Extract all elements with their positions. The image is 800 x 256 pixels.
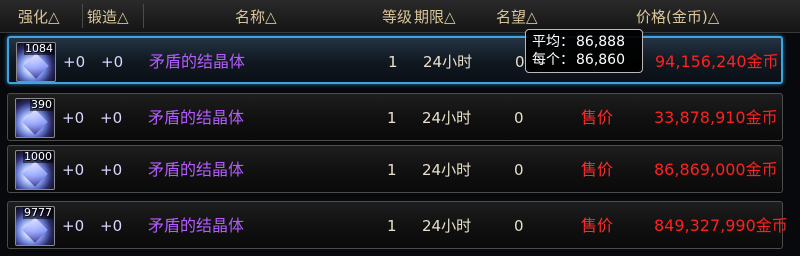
crystal-shard <box>22 217 48 243</box>
crystal-icon[interactable]: 9777 <box>15 206 55 246</box>
forge-value: +0 <box>100 161 123 179</box>
period-value: 24小时 <box>422 109 472 127</box>
price-value: 94,156,240金币 <box>655 52 779 71</box>
header-price[interactable]: 价格(金币)△ <box>636 6 719 28</box>
enhance-value: +0 <box>62 161 85 179</box>
fame-value: 0 <box>515 53 525 71</box>
crystal-shard <box>22 161 48 187</box>
crystal-icon[interactable]: 390 <box>15 98 55 138</box>
fame-value: 0 <box>514 161 524 179</box>
level-value: 1 <box>387 161 397 179</box>
header-forge[interactable]: 锻造△ <box>87 6 129 28</box>
crystal-shard <box>22 109 48 135</box>
level-value: 1 <box>387 217 397 235</box>
price-value: 33,878,910金币 <box>654 108 778 127</box>
level-value: 1 <box>388 53 398 71</box>
tooltip-average-value: 86,888 <box>576 34 625 50</box>
header-enhance[interactable]: 强化△ <box>18 6 60 28</box>
tooltip-each-label: 每个： <box>532 52 574 68</box>
item-name: 矛盾的结晶体 <box>149 52 246 71</box>
table-row[interactable]: 1084 +0 +0 矛盾的结晶体 1 24小时 0 94,156,240金币 <box>7 36 783 84</box>
table-header: 强化△ 锻造△ 名称△ 等级 期限△ 名望△ 价格(金币)△ <box>0 0 800 33</box>
fame-value: 0 <box>514 217 524 235</box>
item-quantity: 390 <box>30 98 53 111</box>
price-tooltip: 平均： 86,888 每个： 86,860 <box>525 29 643 73</box>
item-quantity: 9777 <box>23 206 53 219</box>
sell-label: 售价 <box>581 160 614 179</box>
price-value: 849,327,990金币 <box>654 216 788 235</box>
tooltip-each: 每个： 86,860 <box>532 51 636 69</box>
crystal-icon[interactable]: 1000 <box>15 150 55 190</box>
period-value: 24小时 <box>423 53 473 71</box>
table-row[interactable]: 1000 +0 +0 矛盾的结晶体 1 24小时 0 售价 86,869,000… <box>7 145 783 193</box>
tooltip-each-value: 86,860 <box>576 52 625 68</box>
item-name: 矛盾的结晶体 <box>148 108 245 127</box>
forge-value: +0 <box>100 217 123 235</box>
period-value: 24小时 <box>422 217 472 235</box>
item-quantity: 1000 <box>23 150 53 163</box>
sell-label: 售价 <box>581 216 614 235</box>
enhance-value: +0 <box>62 109 85 127</box>
crystal-shard <box>23 53 49 79</box>
forge-value: +0 <box>101 53 124 71</box>
item-name: 矛盾的结晶体 <box>148 160 245 179</box>
item-name: 矛盾的结晶体 <box>148 216 245 235</box>
crystal-icon[interactable]: 1084 <box>16 42 56 82</box>
level-value: 1 <box>387 109 397 127</box>
header-fame[interactable]: 名望△ <box>496 6 538 28</box>
header-divider <box>82 4 83 28</box>
header-level: 等级 <box>382 8 413 26</box>
header-period[interactable]: 期限△ <box>414 6 456 28</box>
item-quantity: 1084 <box>24 42 54 55</box>
enhance-value: +0 <box>63 53 86 71</box>
tooltip-average: 平均： 86,888 <box>532 33 636 51</box>
header-divider <box>143 4 144 28</box>
sell-label: 售价 <box>581 108 614 127</box>
period-value: 24小时 <box>422 161 472 179</box>
table-row[interactable]: 390 +0 +0 矛盾的结晶体 1 24小时 0 售价 33,878,910金… <box>7 93 783 141</box>
table-row[interactable]: 9777 +0 +0 矛盾的结晶体 1 24小时 0 售价 849,327,99… <box>7 201 788 249</box>
forge-value: +0 <box>100 109 123 127</box>
enhance-value: +0 <box>62 217 85 235</box>
price-value: 86,869,000金币 <box>654 160 778 179</box>
header-name[interactable]: 名称△ <box>235 6 277 28</box>
tooltip-average-label: 平均： <box>532 34 574 50</box>
fame-value: 0 <box>514 109 524 127</box>
